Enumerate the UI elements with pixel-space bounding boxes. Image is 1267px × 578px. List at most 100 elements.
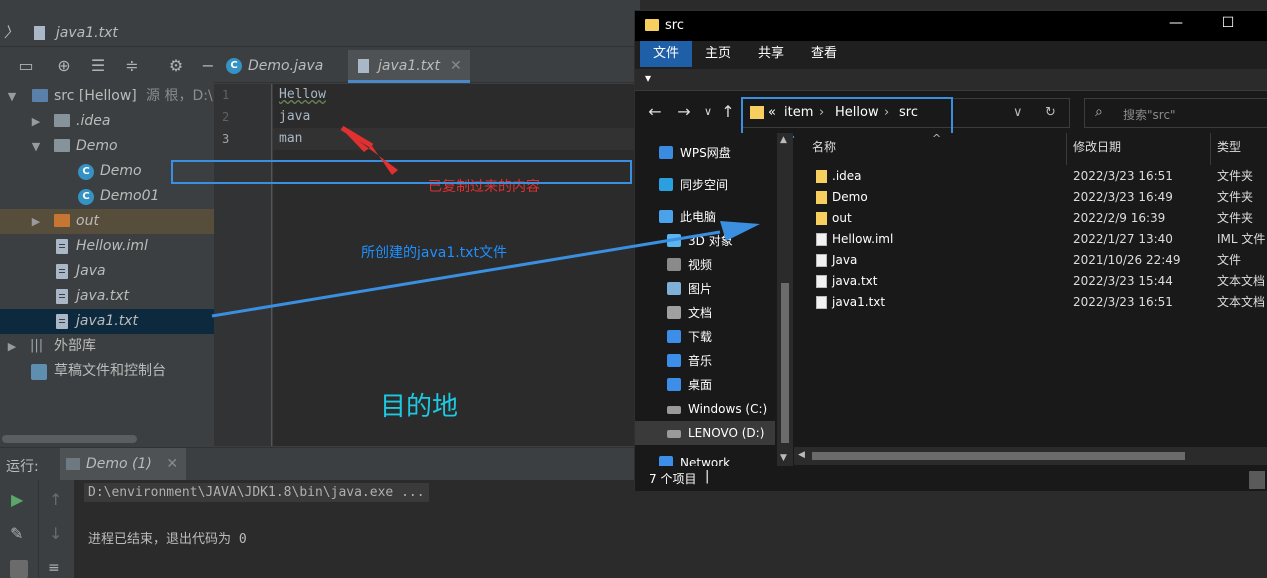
nav-item-sync[interactable]: 同步空间 (635, 173, 775, 197)
nav-item-drive-d[interactable]: LENOVO (D:) (635, 421, 775, 445)
file-row[interactable]: java.txt 2022/3/23 15:44 文本文档 (794, 271, 1267, 292)
chevron-down-icon[interactable]: ▼ (780, 453, 787, 463)
up-arrow-icon[interactable]: ↑ (717, 102, 739, 121)
breadcrumb[interactable]: 〉 java1.txt (4, 22, 118, 42)
file-date: 2022/3/23 16:51 (1073, 295, 1173, 309)
nav-item-network[interactable]: Network (635, 451, 775, 466)
tree-item-demo01-class[interactable]: C Demo01 (0, 184, 214, 209)
tree-item-scratches[interactable]: 草稿文件和控制台 (0, 359, 214, 384)
minimize-icon[interactable]: — (1161, 15, 1191, 31)
chevron-down-icon[interactable]: ∨ (697, 105, 719, 118)
tree-item-java-txt[interactable]: java.txt (0, 284, 214, 309)
tree-item-java1-txt[interactable]: java1.txt (0, 309, 214, 334)
nav-item-wps[interactable]: WPS网盘 (635, 141, 775, 165)
chevron-down-icon[interactable]: ▾ (645, 71, 651, 85)
close-icon[interactable]: ✕ (450, 58, 462, 74)
nav-item-music[interactable]: 音乐 (635, 349, 775, 373)
chevron-left-icon[interactable]: ◀ (798, 450, 805, 460)
tab-demo-java[interactable]: C Demo.java (218, 50, 348, 83)
scrollbar-thumb[interactable] (781, 283, 789, 443)
library-icon: ||| (30, 338, 44, 353)
maximize-icon[interactable]: ☐ (1213, 15, 1243, 31)
soft-wrap-icon[interactable]: ≡ (48, 560, 60, 576)
code-line[interactable]: man (279, 128, 302, 150)
nav-item-desktop[interactable]: 桌面 (635, 373, 775, 397)
locate-target-icon[interactable]: ⊕ (54, 56, 74, 76)
chevron-down-icon[interactable]: ∨ (1013, 105, 1023, 120)
scrollbar-thumb[interactable] (812, 452, 1185, 460)
file-name: java.txt (832, 274, 878, 288)
nav-label: 3D 对象 (688, 234, 733, 248)
file-list-scrollbar[interactable]: ◀ (794, 447, 1267, 465)
file-name: Demo (832, 190, 868, 204)
wrench-icon[interactable]: ✎ (10, 524, 23, 543)
tree-item-hellow-iml[interactable]: Hellow.iml (0, 234, 214, 259)
run-icon[interactable]: ▶ (11, 490, 23, 509)
layout-icon[interactable] (10, 560, 28, 578)
file-row[interactable]: Hellow.iml 2022/1/27 13:40 IML 文件 (794, 229, 1267, 250)
gear-icon[interactable]: ⚙ (166, 56, 186, 76)
tree-item-label: src [Hellow] (54, 88, 137, 104)
forward-arrow-icon[interactable]: → (673, 102, 695, 121)
tab-home[interactable]: 主页 (692, 41, 744, 67)
arrow-down-icon[interactable]: ↓ (49, 524, 62, 543)
close-icon[interactable]: ✕ (166, 456, 178, 472)
file-row[interactable]: Demo 2022/3/23 16:49 文件夹 (794, 187, 1267, 208)
file-name: .idea (832, 169, 862, 183)
expand-all-icon[interactable]: ☰ (88, 56, 108, 76)
desktop-icon (667, 378, 681, 391)
scrollbar-thumb[interactable] (2, 435, 137, 443)
tree-item-java[interactable]: Java (0, 259, 214, 284)
search-box[interactable]: ⌕ 搜索"src" (1084, 98, 1267, 128)
tree-item-label: Java (76, 263, 106, 279)
project-view-icon[interactable]: ▭ (16, 56, 36, 76)
tree-item-idea[interactable]: ▶ .idea (0, 109, 214, 134)
collapse-all-icon[interactable]: ≑ (122, 56, 142, 76)
editor-tab-bar: C Demo.java java1.txt ✕ (214, 50, 640, 83)
chevron-right-icon[interactable]: ▶ (30, 109, 42, 134)
file-row[interactable]: java1.txt 2022/3/23 16:51 文本文档 (794, 292, 1267, 313)
tab-view[interactable]: 查看 (798, 41, 850, 67)
chevron-right-icon[interactable]: ▶ (6, 334, 18, 359)
details-view-icon[interactable] (1249, 471, 1265, 489)
file-row[interactable]: Java 2021/10/26 22:49 文件 (794, 250, 1267, 271)
nav-item-downloads[interactable]: 下载 (635, 325, 775, 349)
nav-item-documents[interactable]: 文档 (635, 301, 775, 325)
nav-item-this-pc[interactable]: 此电脑 (635, 205, 775, 229)
run-toolbar-left: ▶ ✎ (0, 480, 38, 578)
chevron-down-icon[interactable]: ▼ (30, 134, 42, 159)
tree-item-external-libraries[interactable]: ▶ ||| 外部库 (0, 334, 214, 359)
tree-horizontal-scrollbar[interactable] (0, 433, 214, 445)
tree-item-src[interactable]: ▼ src [Hellow] 源 根，D:\ (0, 84, 214, 109)
tree-item-out[interactable]: ▶ out (0, 209, 214, 234)
code-line[interactable]: Hellow (279, 84, 326, 106)
column-header-name[interactable]: 名称 ^ (794, 132, 1067, 165)
sort-up-icon: ^ (932, 132, 942, 145)
code-line[interactable]: java (279, 106, 310, 128)
tab-share[interactable]: 共享 (745, 41, 797, 67)
arrow-up-icon[interactable]: ↑ (49, 490, 62, 509)
nav-item-3d[interactable]: 3D 对象 (635, 229, 775, 253)
nav-item-videos[interactable]: 视频 (635, 253, 775, 277)
chevron-right-icon[interactable]: ▶ (30, 209, 42, 234)
chevron-up-icon[interactable]: ▲ (780, 135, 787, 145)
file-type: 文件 (1217, 253, 1242, 267)
java-class-icon: C (78, 164, 94, 180)
run-tab-demo[interactable]: Demo (1) ✕ (60, 448, 187, 481)
tab-java1-txt[interactable]: java1.txt ✕ (348, 50, 470, 83)
navigation-scrollbar[interactable]: ▲ ▼ (777, 133, 793, 466)
console-exit-line: 进程已结束，退出代码为 0 (88, 532, 247, 547)
column-header-date[interactable]: 修改日期 (1067, 133, 1211, 165)
column-header-type[interactable]: 类型 (1211, 133, 1267, 165)
tab-file[interactable]: 文件 (640, 41, 693, 67)
file-row[interactable]: out 2022/2/9 16:39 文件夹 (794, 208, 1267, 229)
refresh-icon[interactable]: ↻ (1045, 105, 1056, 120)
breadcrumb-file[interactable]: java1.txt (56, 25, 118, 41)
back-arrow-icon[interactable]: ← (644, 102, 666, 121)
file-row[interactable]: .idea 2022/3/23 16:51 文件夹 (794, 166, 1267, 187)
tree-item-label: Hellow.iml (76, 238, 148, 254)
nav-item-drive-c[interactable]: Windows (C:) (635, 397, 775, 421)
chevron-down-icon[interactable]: ▼ (6, 84, 18, 109)
tree-item-demo-folder[interactable]: ▼ Demo (0, 134, 214, 159)
nav-item-pictures[interactable]: 图片 (635, 277, 775, 301)
